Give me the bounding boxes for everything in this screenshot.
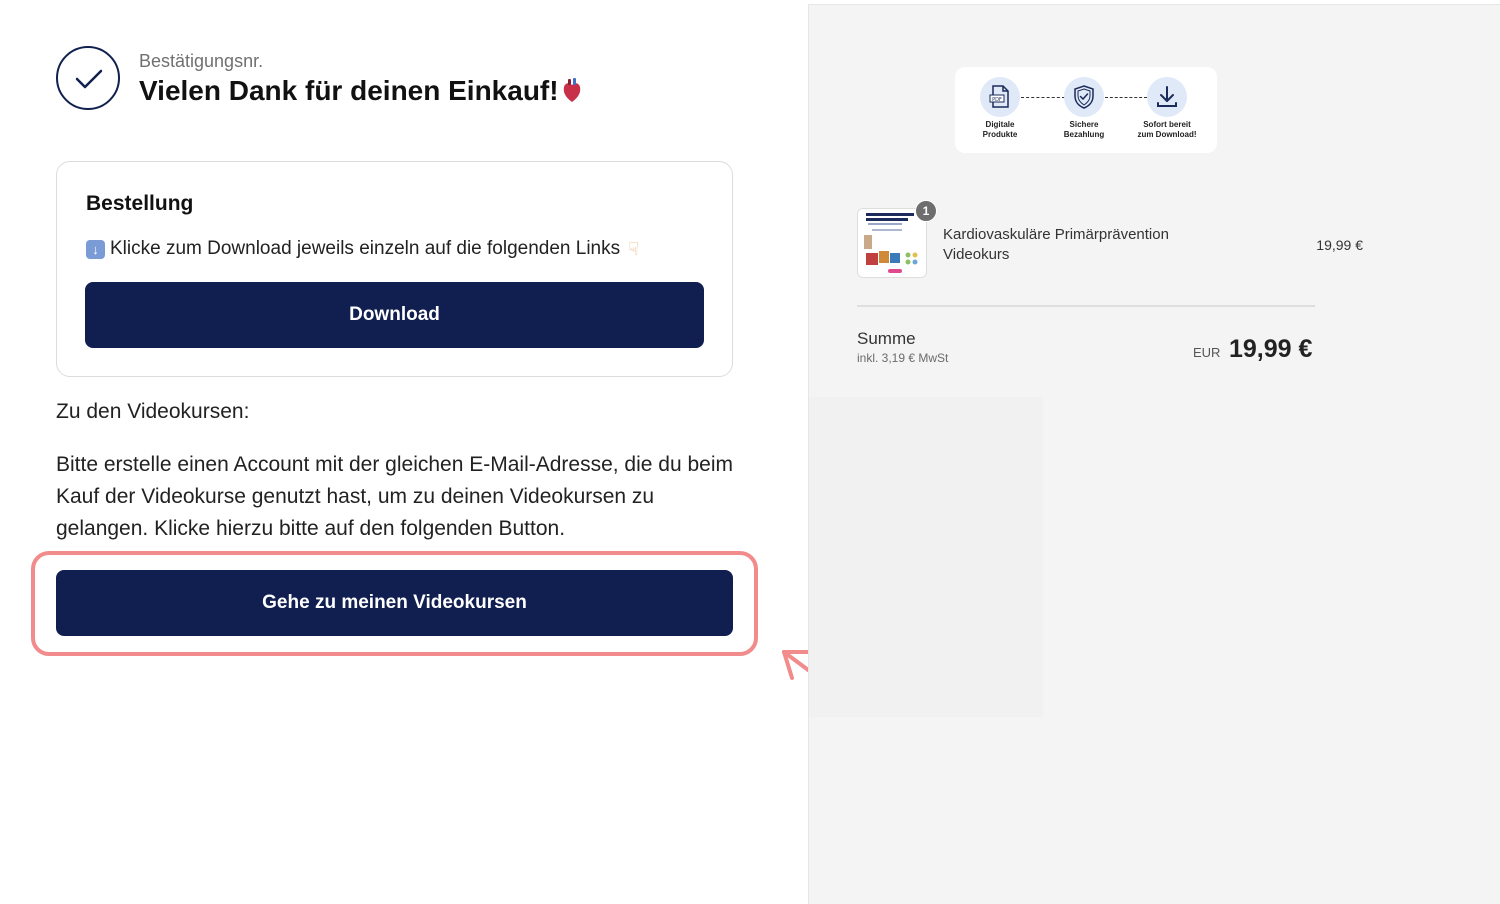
videos-instructions: Bitte erstelle einen Account mit der gle… [56,453,734,540]
go-to-videos-button-label: Gehe zu meinen Videokursen [262,592,527,613]
trust-badges: PDF Digitale Produkte Sichere Bezahlung … [955,67,1217,153]
tax-note: inkl. 3,19 € MwSt [857,351,949,365]
order-hint-text: Klicke zum Download jeweils einzeln auf … [110,238,621,259]
product-thumbnail [857,208,927,278]
trust-label: Sichere Bezahlung [1063,120,1105,139]
trust-item-digital: PDF Digitale Produkte [965,77,1035,140]
cart-item: 1 Kardiovaskuläre Primärprävention Video… [857,200,1363,285]
order-card: Bestellung ↓ Klicke zum Download jeweils… [56,161,733,377]
divider [857,305,1315,307]
order-title: Bestellung [86,192,194,215]
sum-label: Summe [857,329,916,348]
videos-heading: Zu den Videokursen: [56,400,250,423]
svg-text:PDF: PDF [992,97,1002,103]
trust-item-payment: Sichere Bezahlung [1049,77,1119,140]
pdf-document-icon: PDF [980,77,1020,117]
anatomical-heart-icon [561,78,583,104]
download-button[interactable]: Download [85,282,704,348]
trust-label: Digitale Produkte [982,120,1018,139]
background-block [809,397,1043,717]
download-icon [1147,77,1187,117]
trust-label: Sofort bereit zum Download! [1137,120,1197,139]
product-price: 19,99 € [1316,237,1363,253]
download-button-label: Download [349,304,440,325]
confirmation-number-label: Bestätigungsnr. [139,51,264,71]
down-arrow-icon: ↓ [86,239,105,259]
order-summary-panel: PDF Digitale Produkte Sichere Bezahlung … [808,4,1500,904]
confirmation-main: Bestätigungsnr. Vielen Dank für deinen E… [0,0,907,904]
page-title-text: Vielen Dank für deinen Einkauf! [139,75,559,106]
go-to-videos-button[interactable]: Gehe zu meinen Videokursen [56,570,733,636]
product-name: Kardiovaskuläre Primärprävention Videoku… [943,226,1169,263]
shield-check-icon [1064,77,1104,117]
page-title: Vielen Dank für deinen Einkauf! [139,75,583,107]
trust-item-download: Sofort bereit zum Download! [1132,77,1202,140]
order-hint: ↓ Klicke zum Download jeweils einzeln au… [86,238,639,260]
total-price: 19,99 € [1229,335,1313,363]
quantity-badge: 1 [915,200,937,222]
check-circle-icon [56,46,120,110]
pointing-down-hand-icon: ☟ [628,238,640,259]
currency-code: EUR [1193,345,1221,360]
